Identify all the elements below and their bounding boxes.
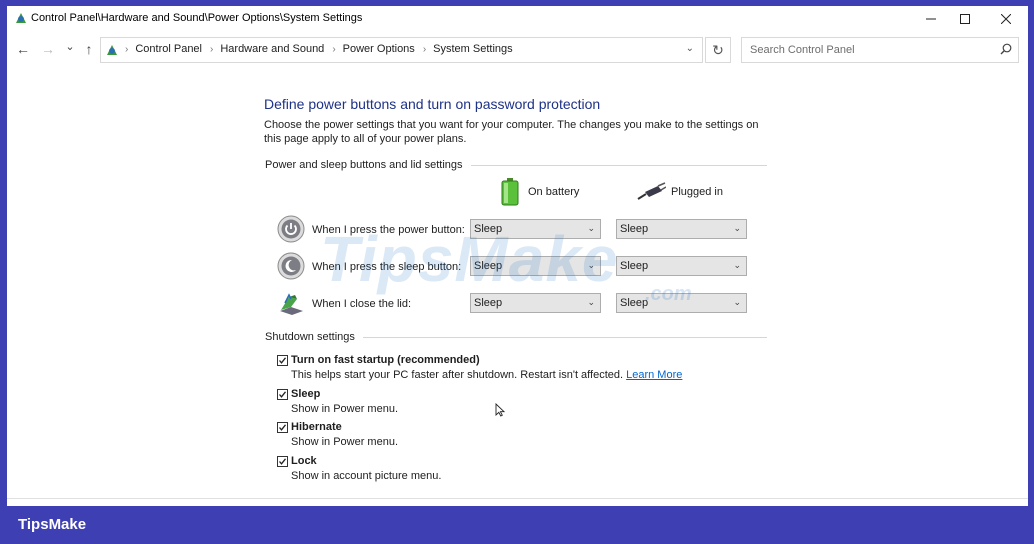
breadcrumb-separator: ›: [125, 43, 129, 55]
power-button-label: When I press the power button:: [312, 224, 465, 236]
control-panel-icon: [16, 13, 26, 23]
sleep-icon: [277, 252, 305, 280]
control-panel-window: Control Panel\Hardware and Sound\Power O…: [7, 6, 1028, 506]
power-buttons-section-header: Power and sleep buttons and lid settings: [265, 159, 767, 171]
column-header-battery: On battery: [500, 178, 579, 206]
forward-arrow-icon[interactable]: →: [40, 41, 56, 57]
power-button-plugged-select[interactable]: Sleep ⌄: [616, 219, 747, 239]
bottom-divider: [7, 498, 1028, 499]
selected-value: Sleep: [474, 297, 503, 309]
section-title: Shutdown settings: [265, 331, 355, 343]
hibernate-checkbox[interactable]: [277, 422, 288, 433]
checkmark-icon: [279, 391, 287, 398]
selected-value: Sleep: [474, 260, 503, 272]
selected-value: Sleep: [620, 223, 649, 235]
description-text: This helps start your PC faster after sh…: [291, 369, 624, 381]
lock-description: Show in account picture menu.: [291, 470, 442, 482]
sleep-button-plugged-select[interactable]: Sleep ⌄: [616, 256, 747, 276]
maximize-button[interactable]: [945, 6, 985, 32]
selected-value: Sleep: [474, 223, 503, 235]
breadcrumb-hardware-and-sound[interactable]: Hardware and Sound: [220, 43, 324, 55]
breadcrumb: › Control Panel › Hardware and Sound › P…: [117, 43, 513, 55]
minimize-icon: [926, 18, 936, 20]
section-title: Power and sleep buttons and lid settings: [265, 159, 463, 171]
address-bar[interactable]: › Control Panel › Hardware and Sound › P…: [100, 37, 703, 63]
hibernate-description: Show in Power menu.: [291, 436, 398, 448]
refresh-icon: ↻: [712, 41, 724, 58]
footer-brand-logo: TipsMake: [18, 516, 87, 533]
fast-startup-description: This helps start your PC faster after sh…: [291, 369, 682, 381]
checkmark-icon: [279, 357, 287, 364]
refresh-button[interactable]: ↻: [705, 37, 731, 63]
search-icon[interactable]: [1000, 43, 1012, 55]
breadcrumb-separator[interactable]: ›: [332, 44, 335, 55]
page-description: Choose the power settings that you want …: [264, 119, 759, 145]
breadcrumb-power-options[interactable]: Power Options: [343, 43, 415, 55]
chevron-down-icon: ⌄: [587, 223, 595, 233]
chevron-down-icon: ⌄: [587, 297, 595, 307]
sleep-description: Show in Power menu.: [291, 403, 398, 415]
chevron-down-icon: ⌄: [587, 260, 595, 270]
up-arrow-icon[interactable]: ↑: [81, 41, 97, 57]
search-box[interactable]: [741, 37, 1019, 63]
close-lid-label: When I close the lid:: [312, 298, 412, 310]
hibernate-label[interactable]: Hibernate: [291, 421, 342, 433]
battery-icon: [501, 178, 519, 206]
power-plug-icon: [637, 182, 666, 200]
fast-startup-label[interactable]: Turn on fast startup (recommended): [291, 354, 480, 366]
breadcrumb-separator[interactable]: ›: [210, 44, 213, 55]
selected-value: Sleep: [620, 260, 649, 272]
selected-value: Sleep: [620, 297, 649, 309]
section-divider: [470, 164, 767, 166]
chevron-down-icon: ⌄: [733, 223, 741, 233]
mouse-cursor-icon: [495, 403, 505, 417]
navigation-bar: ← → ⌄ ↑ › Control Panel › Hardware and S…: [7, 35, 1028, 65]
main-content: Define power buttons and turn on passwor…: [7, 74, 1028, 494]
address-dropdown-icon[interactable]: ⌄: [686, 43, 694, 54]
learn-more-link[interactable]: Learn More: [626, 369, 682, 381]
window-title: Control Panel\Hardware and Sound\Power O…: [31, 12, 363, 24]
chevron-down-icon: ⌄: [733, 297, 741, 307]
sleep-button-label: When I press the sleep button:: [312, 261, 462, 273]
fast-startup-checkbox[interactable]: [277, 355, 288, 366]
close-lid-plugged-select[interactable]: Sleep ⌄: [616, 293, 747, 313]
checkmark-icon: [279, 424, 287, 431]
back-arrow-icon[interactable]: ←: [15, 41, 31, 57]
close-lid-battery-select[interactable]: Sleep ⌄: [470, 293, 601, 313]
laptop-lid-icon: [280, 293, 303, 315]
close-icon: [1001, 14, 1011, 24]
sleep-button-battery-select[interactable]: Sleep ⌄: [470, 256, 601, 276]
shutdown-section-header: Shutdown settings: [265, 331, 767, 343]
power-button-battery-select[interactable]: Sleep ⌄: [470, 219, 601, 239]
breadcrumb-control-panel[interactable]: Control Panel: [135, 43, 202, 55]
battery-label: On battery: [528, 186, 580, 198]
recent-locations-icon[interactable]: ⌄: [62, 40, 78, 53]
search-input[interactable]: [748, 43, 992, 57]
plugged-in-label: Plugged in: [671, 186, 723, 198]
column-header-plugged: Plugged in: [636, 182, 723, 202]
sleep-checkbox[interactable]: [277, 389, 288, 400]
breadcrumb-system-settings[interactable]: System Settings: [433, 43, 512, 55]
maximize-icon: [960, 14, 970, 24]
section-divider: [362, 336, 767, 338]
power-icon: [277, 215, 305, 243]
chevron-down-icon: ⌄: [733, 260, 741, 270]
checkmark-icon: [279, 458, 287, 465]
title-bar: Control Panel\Hardware and Sound\Power O…: [7, 6, 1028, 32]
lock-label[interactable]: Lock: [291, 455, 317, 467]
close-button[interactable]: [986, 6, 1026, 32]
sleep-label[interactable]: Sleep: [291, 388, 320, 400]
page-title: Define power buttons and turn on passwor…: [264, 96, 601, 112]
lock-checkbox[interactable]: [277, 456, 288, 467]
breadcrumb-separator[interactable]: ›: [423, 44, 426, 55]
